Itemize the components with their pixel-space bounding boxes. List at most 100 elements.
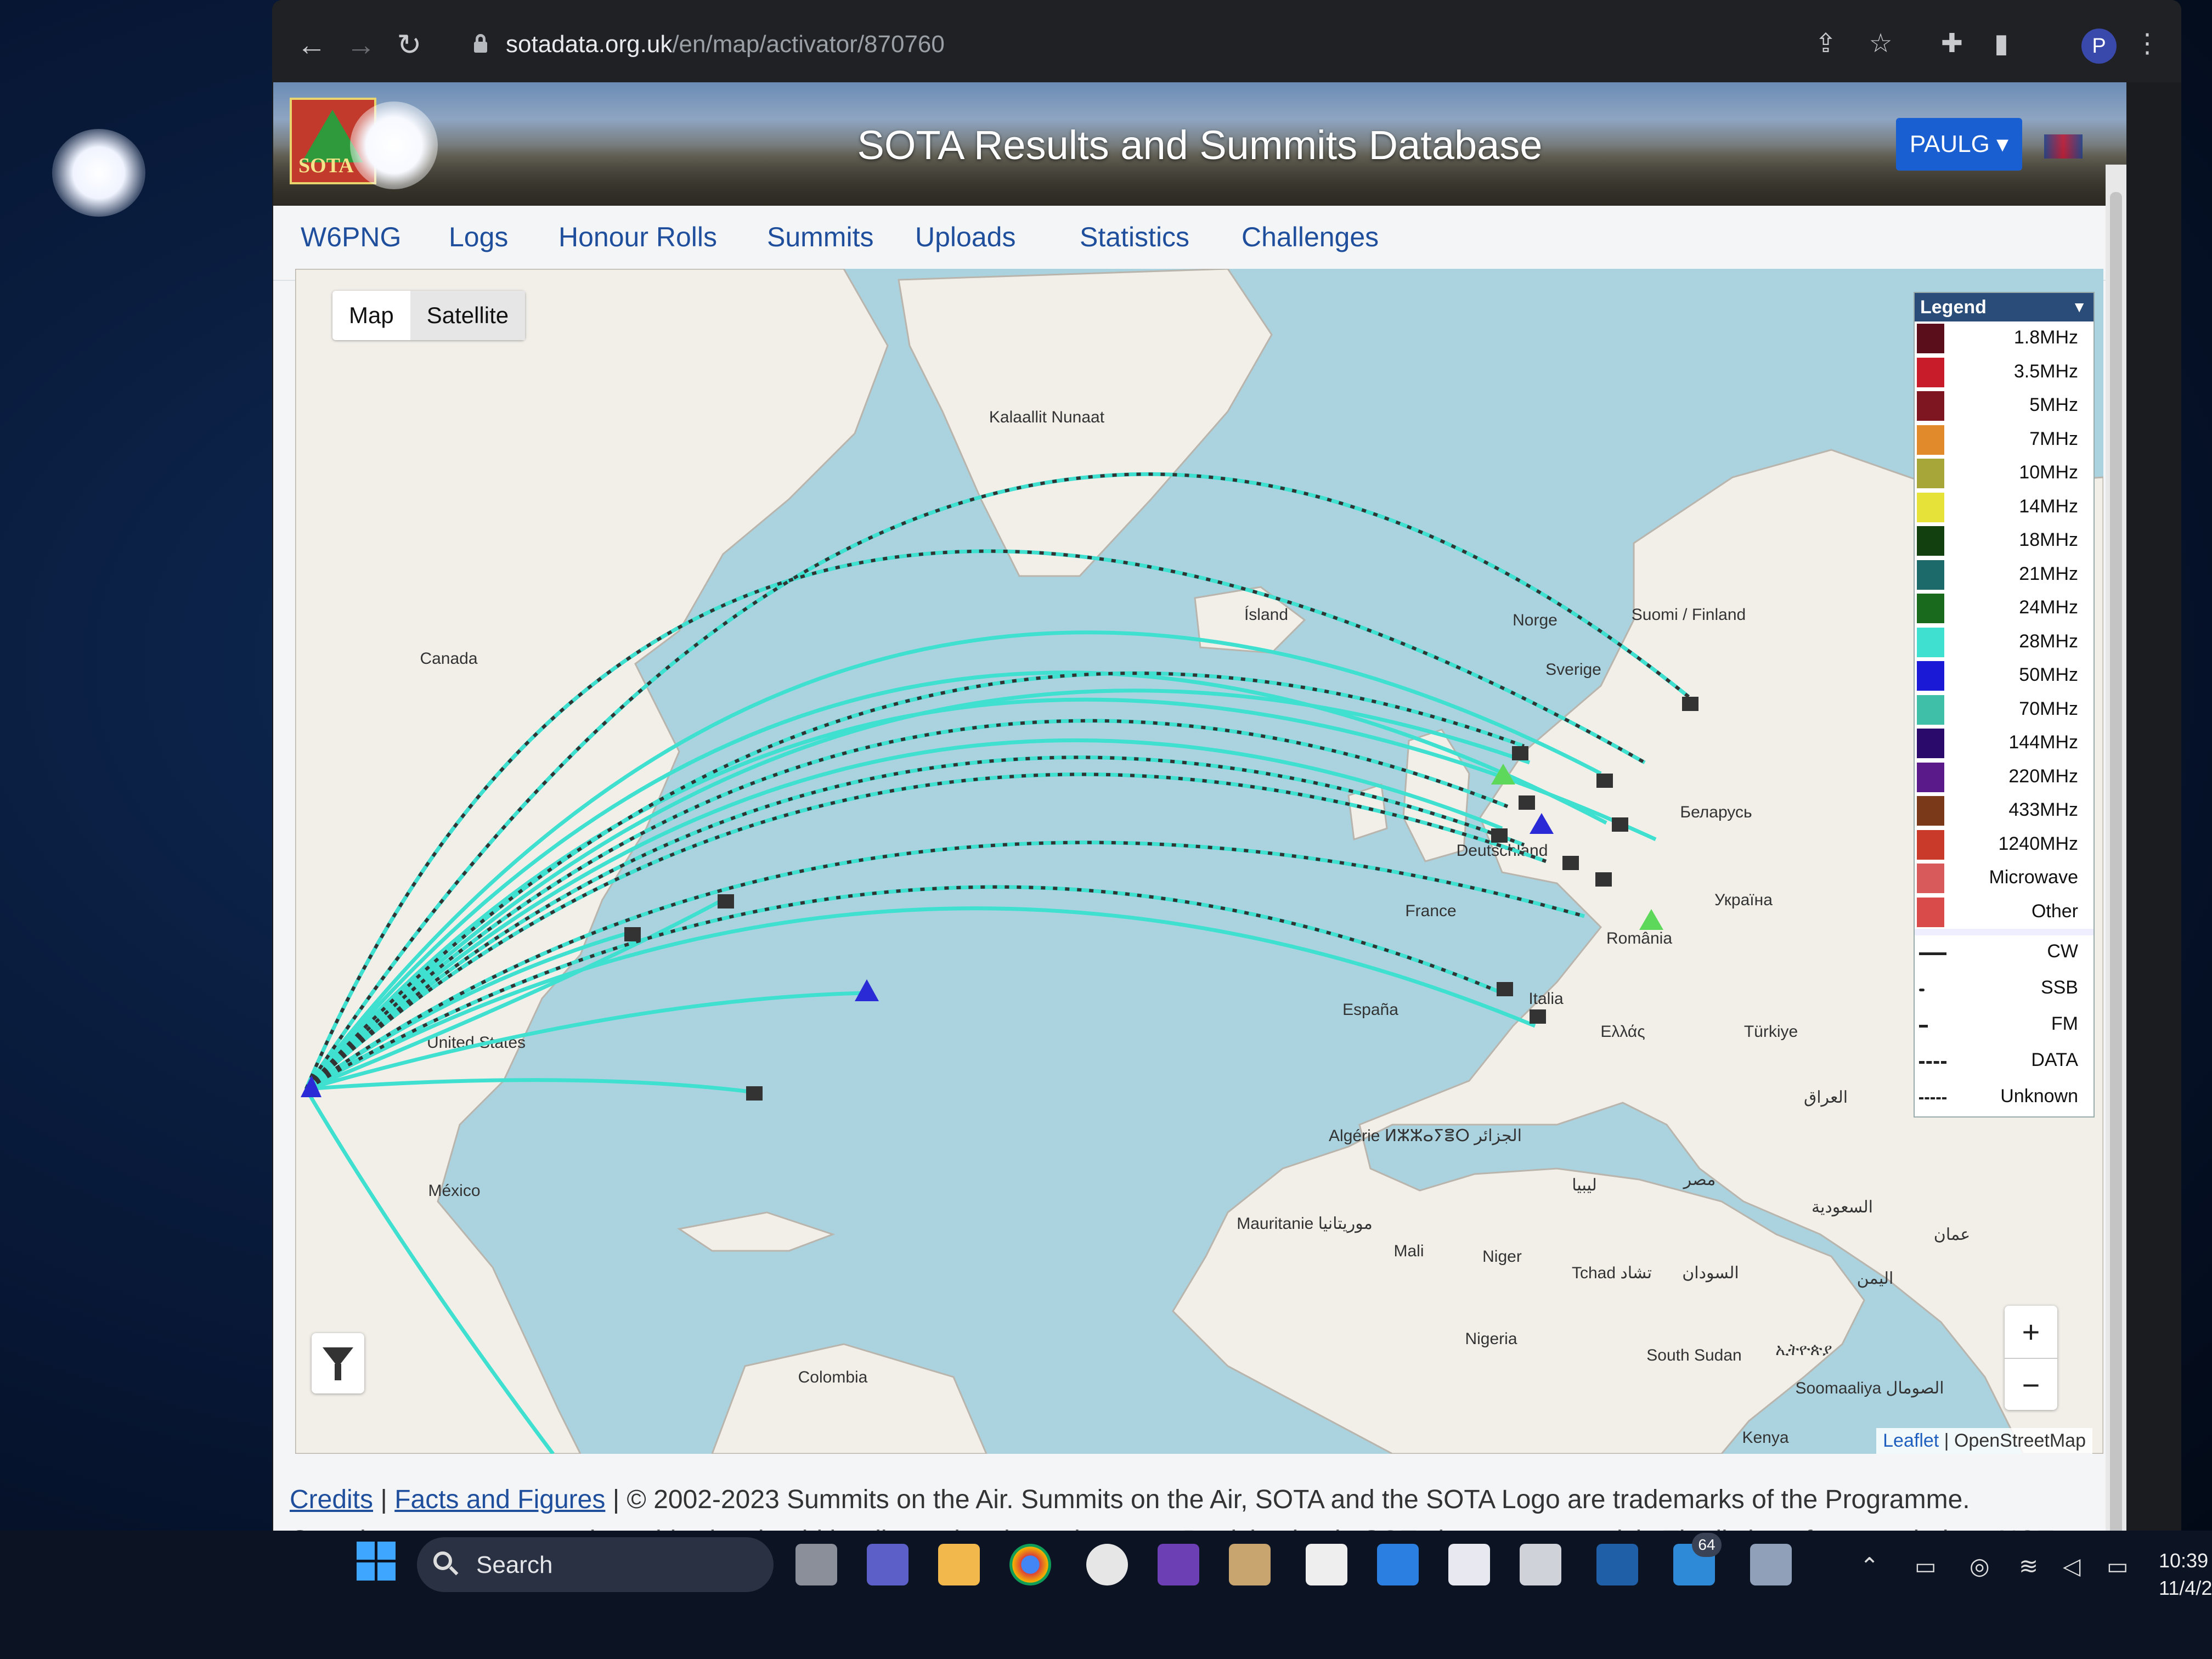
teams-icon[interactable] bbox=[867, 1544, 909, 1585]
legend-band-row: 1.8MHz bbox=[1915, 321, 2094, 356]
facts-link[interactable]: Facts and Figures bbox=[394, 1485, 605, 1514]
map-label: Italia bbox=[1528, 990, 1564, 1008]
share-icon[interactable]: ⇪ bbox=[1808, 26, 1843, 61]
system-clock[interactable]: 10:39 11/4/2 bbox=[2159, 1547, 2212, 1602]
display-icon[interactable]: ▭ bbox=[1915, 1553, 1937, 1579]
map-label: السودان bbox=[1682, 1264, 1739, 1283]
nav-summits[interactable]: Summits bbox=[767, 221, 873, 253]
powershell-icon[interactable] bbox=[1596, 1544, 1638, 1585]
map-label: Kalaallit Nunaat bbox=[989, 408, 1105, 426]
visual-studio-icon[interactable] bbox=[1158, 1544, 1199, 1585]
wifi-icon[interactable]: ≋ bbox=[2019, 1553, 2038, 1579]
address-bar[interactable]: sotadata.org.uk/en/map/activator/870760 bbox=[459, 20, 1885, 72]
bookmark-star-icon[interactable]: ☆ bbox=[1863, 26, 1898, 61]
map-label: Colombia bbox=[798, 1368, 868, 1386]
station-home-marker[interactable] bbox=[1612, 817, 1628, 832]
station-home-marker[interactable] bbox=[1682, 697, 1699, 711]
osm-link[interactable]: OpenStreetMap bbox=[1954, 1430, 2086, 1451]
nav-honour-rolls[interactable]: Honour Rolls bbox=[558, 221, 717, 253]
band-color-swatch bbox=[1917, 627, 1944, 657]
legend-band-row: 7MHz bbox=[1915, 423, 2094, 457]
github-icon[interactable] bbox=[1086, 1544, 1128, 1585]
app-icon[interactable] bbox=[1520, 1544, 1561, 1585]
legend-band-row: 14MHz bbox=[1915, 490, 2094, 524]
band-label: 7MHz bbox=[2029, 428, 2078, 449]
satellite-view-button[interactable]: Satellite bbox=[410, 291, 526, 340]
band-color-swatch bbox=[1917, 695, 1944, 725]
summit-marker[interactable] bbox=[855, 979, 879, 1001]
legend-mode-cw: CW bbox=[1915, 935, 2094, 972]
forward-icon[interactable]: → bbox=[343, 27, 379, 63]
chrome-icon[interactable] bbox=[1009, 1544, 1051, 1585]
station-home-marker[interactable] bbox=[1491, 828, 1508, 843]
file-explorer-icon[interactable] bbox=[938, 1544, 980, 1585]
extensions-icon[interactable]: ✚ bbox=[1934, 26, 1970, 61]
station-home-marker[interactable] bbox=[746, 1086, 763, 1101]
legend-band-row: 144MHz bbox=[1915, 726, 2094, 760]
language-flag-icon[interactable] bbox=[2044, 134, 2083, 159]
nav-challenges[interactable]: Challenges bbox=[1242, 221, 1379, 253]
band-label: 5MHz bbox=[2029, 394, 2078, 415]
station-home-marker[interactable] bbox=[1497, 982, 1513, 996]
band-label: 433MHz bbox=[2008, 799, 2078, 820]
contact-map[interactable]: Kalaallit Nunaat Canada Ísland Norge Sve… bbox=[295, 269, 2103, 1454]
nav-uploads[interactable]: Uploads bbox=[915, 221, 1015, 253]
legend-band-row: 24MHz bbox=[1915, 591, 2094, 625]
station-home-marker[interactable] bbox=[1519, 795, 1535, 810]
network-icon[interactable]: ◎ bbox=[1970, 1553, 1990, 1579]
legend-band-row: 5MHz bbox=[1915, 389, 2094, 423]
map-label: العراق bbox=[1804, 1088, 1848, 1107]
monitor-screen: ← → ↻ sotadata.org.uk/en/map/activator/8… bbox=[272, 0, 2181, 1547]
filter-icon[interactable] bbox=[312, 1333, 364, 1393]
page-scrollbar[interactable] bbox=[2106, 165, 2126, 1547]
task-view-icon[interactable] bbox=[795, 1544, 837, 1585]
legend-band-row: 3.5MHz bbox=[1915, 356, 2094, 390]
taskbar-search[interactable]: Search bbox=[417, 1537, 774, 1592]
station-home-marker[interactable] bbox=[718, 894, 734, 909]
credits-link[interactable]: Credits bbox=[290, 1485, 373, 1514]
legend-header[interactable]: Legend ▼ bbox=[1915, 293, 2094, 321]
url-text: sotadata.org.uk/en/map/activator/870760 bbox=[506, 31, 945, 58]
map-label: Kenya bbox=[1742, 1429, 1788, 1447]
legend-band-row: 1240MHz bbox=[1915, 828, 2094, 862]
station-home-marker[interactable] bbox=[1562, 856, 1579, 870]
nav-statistics[interactable]: Statistics bbox=[1080, 221, 1189, 253]
legend-band-row: 28MHz bbox=[1915, 625, 2094, 659]
zoom-out-button[interactable]: − bbox=[2005, 1359, 2057, 1411]
map-canvas: Kalaallit Nunaat Canada Ísland Norge Sve… bbox=[295, 269, 2103, 1454]
chevron-up-icon[interactable]: ⌃ bbox=[1860, 1553, 1879, 1579]
band-color-swatch bbox=[1917, 459, 1944, 488]
zoom-in-button[interactable]: + bbox=[2005, 1306, 2057, 1359]
station-home-marker[interactable] bbox=[1512, 746, 1528, 760]
station-home-marker[interactable] bbox=[1596, 774, 1613, 788]
back-icon[interactable]: ← bbox=[294, 27, 329, 63]
band-label: 18MHz bbox=[2019, 529, 2078, 550]
chevron-down-icon: ▼ bbox=[2072, 298, 2087, 315]
side-panel-icon[interactable]: ▮ bbox=[1984, 26, 2019, 61]
legend-mode-data: DATA bbox=[1915, 1044, 2094, 1080]
nav-callsign[interactable]: W6PNG bbox=[301, 221, 401, 253]
app-icon[interactable] bbox=[1229, 1544, 1271, 1585]
legend-band-row: 220MHz bbox=[1915, 760, 2094, 794]
dropbox-icon[interactable] bbox=[1377, 1544, 1419, 1585]
user-menu-button[interactable]: PAULG ▾ bbox=[1896, 118, 2022, 171]
map-view-button[interactable]: Map bbox=[332, 291, 410, 340]
volume-icon[interactable]: ◁ bbox=[2063, 1553, 2080, 1579]
windows-start-icon[interactable] bbox=[357, 1542, 396, 1581]
app-icon[interactable] bbox=[1448, 1544, 1490, 1585]
station-home-marker[interactable] bbox=[1530, 1009, 1546, 1024]
profile-avatar[interactable]: P bbox=[2081, 29, 2117, 64]
station-home-marker[interactable] bbox=[624, 927, 641, 941]
map-label: Nigeria bbox=[1465, 1330, 1517, 1348]
station-home-marker[interactable] bbox=[1595, 872, 1612, 887]
menu-kebab-icon[interactable]: ⋮ bbox=[2130, 26, 2165, 61]
battery-icon[interactable]: ▭ bbox=[2107, 1553, 2129, 1579]
nav-logs[interactable]: Logs bbox=[449, 221, 508, 253]
map-label: اليمن bbox=[1857, 1269, 1894, 1288]
reload-icon[interactable]: ↻ bbox=[392, 27, 427, 63]
band-label: 14MHz bbox=[2019, 495, 2078, 517]
leaflet-link[interactable]: Leaflet bbox=[1883, 1430, 1939, 1451]
band-label: 28MHz bbox=[2019, 630, 2078, 652]
app-icon[interactable] bbox=[1750, 1544, 1792, 1585]
app-icon[interactable] bbox=[1306, 1544, 1347, 1585]
